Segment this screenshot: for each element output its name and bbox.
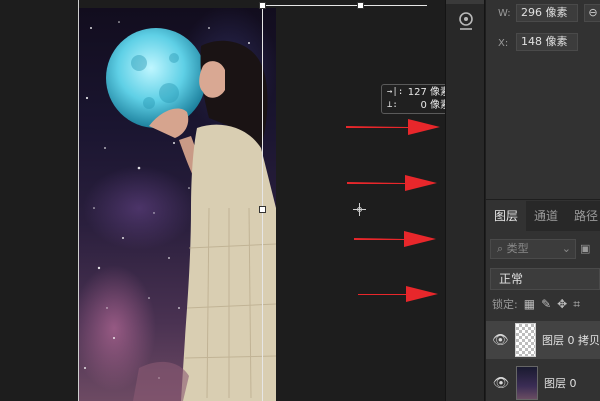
- panel-icon-strip: [445, 0, 485, 401]
- layer-filter-select[interactable]: ⌕ 类型 ⌄: [490, 239, 576, 259]
- red-arrow-icon: [346, 119, 440, 135]
- canvas-edge: [78, 0, 79, 401]
- red-arrow-icon: [354, 231, 436, 247]
- tooltip-row-vertical: ⊥: 0 像素: [387, 99, 450, 112]
- photoshop-window: →|: 127 像素 ⊥: 0 像素 W: 296 像素 ⊖ X: 148 像素…: [0, 0, 600, 401]
- tooltip-row-horizontal: →|: 127 像素: [387, 86, 450, 99]
- layers-panel: 图层 通道 路径 ⌕ 类型 ⌄ ▣ 正常 锁定: ▦ ✎ ✥ ⌗ 👁 图层 0 …: [486, 201, 600, 401]
- properties-panel-icon[interactable]: [455, 9, 477, 35]
- filter-label: 类型: [506, 242, 529, 255]
- tooltip-symbol: ⊥:: [387, 100, 398, 110]
- properties-panel: W: 296 像素 ⊖ X: 148 像素: [486, 0, 600, 200]
- blend-mode-value: 正常: [499, 272, 524, 286]
- tooltip-symbol: →|:: [387, 87, 404, 97]
- lock-move-icon[interactable]: ✥: [557, 297, 567, 311]
- eye-icon[interactable]: 👁: [486, 376, 516, 391]
- transform-handle-top-left[interactable]: [259, 2, 266, 9]
- lock-artboard-icon[interactable]: ⌗: [573, 297, 580, 312]
- lock-transparent-icon[interactable]: ▦: [524, 297, 535, 311]
- strip-header: [446, 0, 484, 4]
- width-label: W:: [498, 8, 511, 19]
- search-icon: ⌕: [497, 242, 507, 255]
- transform-handle-top-middle[interactable]: [357, 2, 364, 9]
- image-filter-icon[interactable]: ▣: [580, 239, 600, 259]
- moon-kiss-photo: [79, 8, 276, 401]
- layer-name: 图层 0 拷贝: [542, 334, 600, 347]
- layer-row[interactable]: 👁 图层 0: [486, 364, 600, 401]
- layer-thumbnail: [514, 323, 536, 357]
- tab-layers[interactable]: 图层: [486, 201, 527, 231]
- layer-name: 图层 0: [544, 377, 577, 390]
- move-crosshair-icon: [353, 203, 366, 216]
- red-arrow-icon: [347, 175, 437, 191]
- eye-icon[interactable]: 👁: [486, 333, 515, 348]
- width-field[interactable]: 296 像素: [516, 4, 578, 22]
- transform-handle-middle-left[interactable]: [259, 206, 266, 213]
- lock-paint-icon[interactable]: ✎: [541, 297, 551, 311]
- panel-tabs: 图层 通道 路径: [486, 201, 600, 231]
- transform-box-top-edge: [262, 5, 427, 6]
- x-label: X:: [498, 38, 509, 49]
- layer-thumbnail: [516, 366, 538, 400]
- tab-channels[interactable]: 通道: [526, 201, 566, 231]
- lock-label: 锁定:: [492, 298, 518, 311]
- canvas-area[interactable]: →|: 127 像素 ⊥: 0 像素: [0, 0, 456, 401]
- layer-row[interactable]: 👁 图层 0 拷贝: [486, 321, 600, 359]
- x-position-field[interactable]: 148 像素: [516, 33, 578, 51]
- transform-box-left-edge[interactable]: [262, 6, 263, 401]
- red-arrow-icon: [358, 286, 438, 302]
- blend-mode-select[interactable]: 正常: [490, 268, 600, 290]
- lock-row: 锁定: ▦ ✎ ✥ ⌗: [492, 296, 580, 312]
- link-icon[interactable]: ⊖: [584, 4, 600, 22]
- chevron-down-icon: ⌄: [561, 242, 571, 255]
- tab-paths[interactable]: 路径: [566, 201, 600, 231]
- tooltip-value: 127 像素: [407, 87, 450, 98]
- right-panel: W: 296 像素 ⊖ X: 148 像素 图层 通道 路径 ⌕ 类型 ⌄ ▣ 正…: [486, 0, 600, 401]
